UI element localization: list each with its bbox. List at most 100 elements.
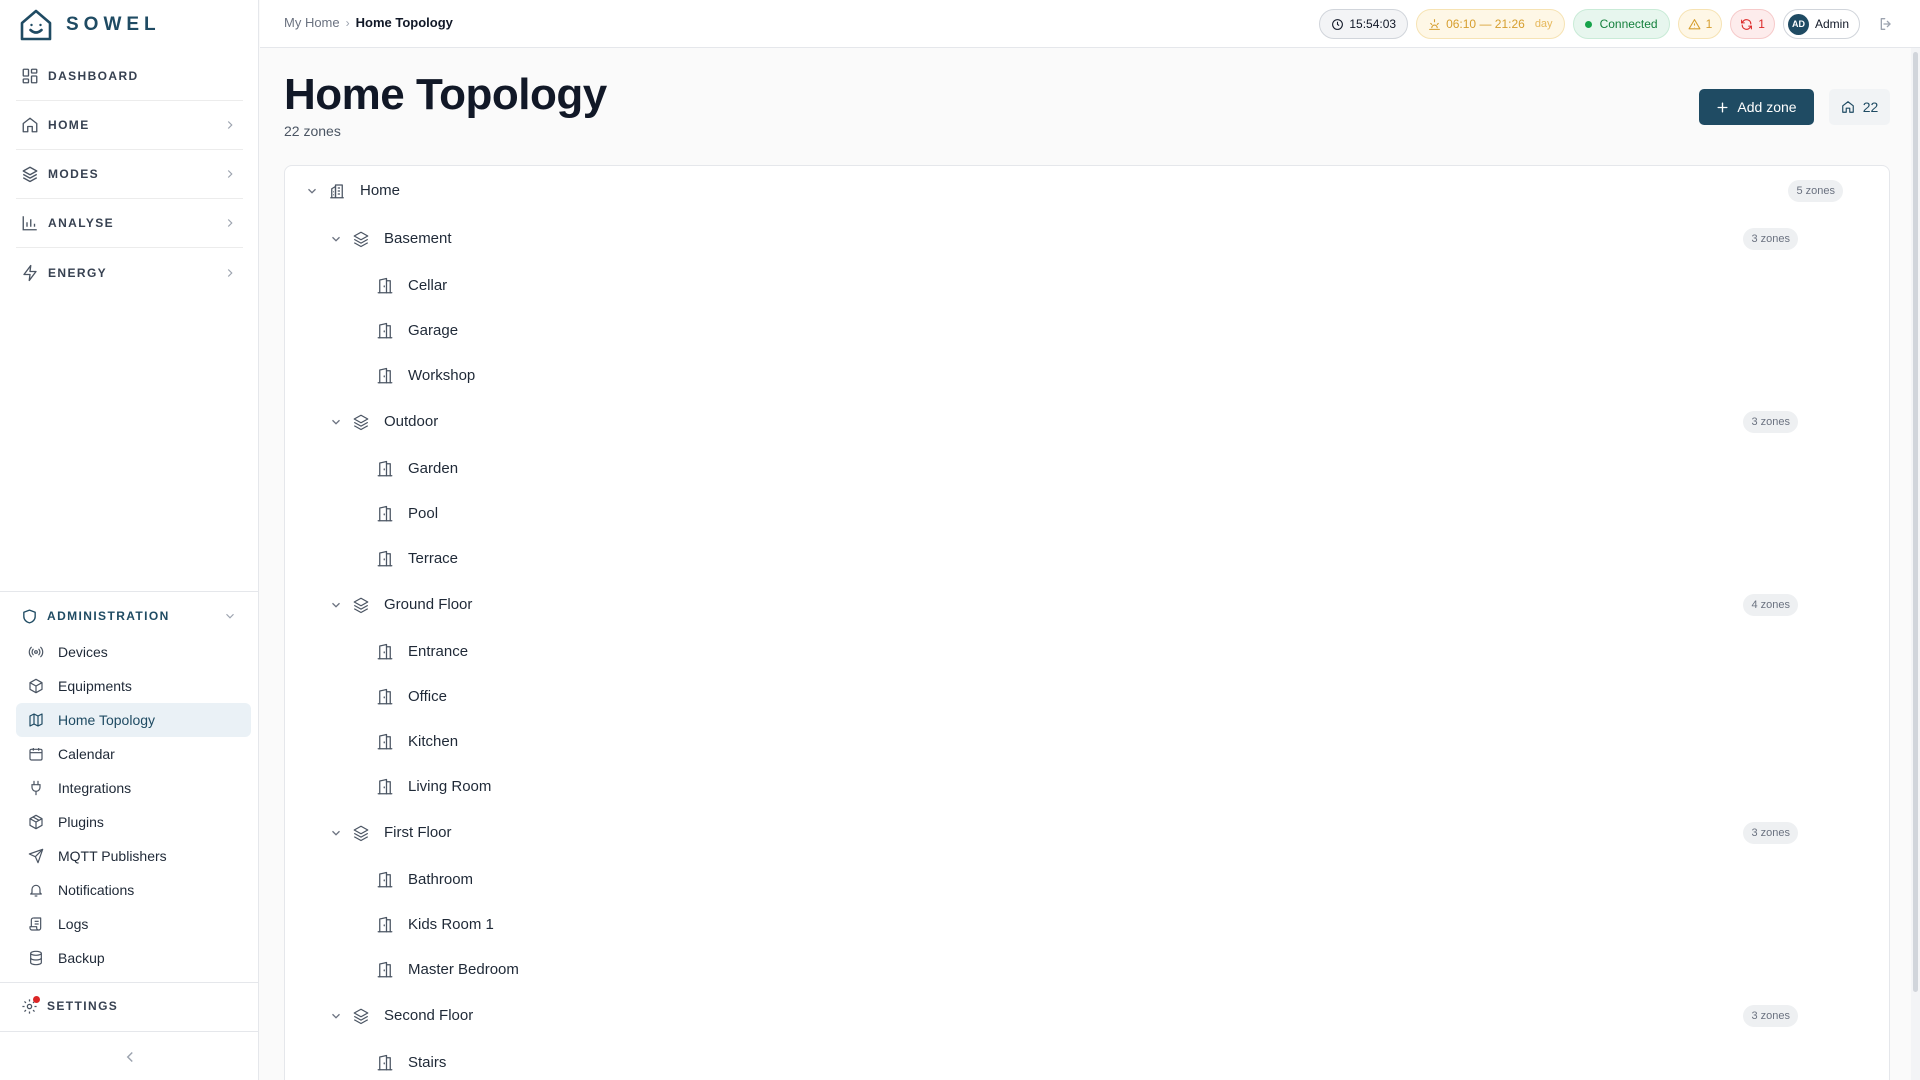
bolt-icon bbox=[23, 264, 37, 281]
nav-label: SETTINGS bbox=[47, 999, 119, 1013]
room-icon bbox=[376, 505, 394, 523]
chevron-down-icon[interactable] bbox=[329, 598, 343, 612]
tree-node-garden[interactable]: Garden bbox=[285, 451, 1889, 487]
sidebar-item-equipments[interactable]: Equipments bbox=[16, 669, 251, 703]
tree-node-home[interactable]: Home 5 zones bbox=[285, 173, 1889, 209]
home-icon bbox=[1841, 101, 1854, 113]
sidebar-item-notifications[interactable]: Notifications bbox=[16, 873, 251, 907]
page-scrollbar[interactable] bbox=[1911, 48, 1920, 1080]
package-icon bbox=[29, 814, 43, 830]
tree-node-label: Living Room bbox=[408, 778, 492, 795]
tree-node-label: Garden bbox=[408, 460, 459, 477]
sidebar-item-label: Home Topology bbox=[58, 712, 156, 728]
nav-item-dashboard[interactable]: DASHBOARD bbox=[16, 52, 243, 101]
sidebar-item-mqtt-publishers[interactable]: MQTT Publishers bbox=[16, 839, 251, 873]
chart-icon bbox=[22, 216, 37, 231]
nav-section-administration[interactable]: ADMINISTRATION bbox=[16, 600, 243, 632]
sidebar-item-label: Calendar bbox=[58, 746, 115, 762]
chevron-down-icon[interactable] bbox=[329, 826, 343, 840]
sidebar-item-label: Plugins bbox=[58, 814, 104, 830]
sidebar-item-backup[interactable]: Backup bbox=[16, 941, 251, 975]
tree-node-pool[interactable]: Pool bbox=[285, 496, 1889, 532]
plus-icon bbox=[1717, 101, 1728, 113]
sidebar-item-devices[interactable]: Devices bbox=[16, 635, 251, 669]
room-icon bbox=[376, 550, 394, 568]
tree-node-terrace[interactable]: Terrace bbox=[285, 541, 1889, 577]
tree-node-label: Pool bbox=[408, 505, 439, 522]
breadcrumb-parent[interactable]: My Home bbox=[284, 15, 340, 30]
calendar-icon bbox=[29, 748, 43, 761]
logout-icon[interactable] bbox=[1878, 16, 1894, 32]
tree-node-kids-room-1[interactable]: Kids Room 1 bbox=[285, 907, 1889, 943]
collapse-sidebar-icon[interactable] bbox=[121, 1048, 139, 1066]
tree-node-label: Kids Room 1 bbox=[408, 916, 494, 933]
tree-node-entrance[interactable]: Entrance bbox=[285, 634, 1889, 670]
nav-item-energy[interactable]: ENERGY bbox=[16, 248, 243, 297]
tree-node-first-floor[interactable]: First Floor 3 zones bbox=[285, 815, 1889, 851]
tree-node-cellar[interactable]: Cellar bbox=[285, 268, 1889, 304]
tree-node-kitchen[interactable]: Kitchen bbox=[285, 724, 1889, 760]
warnings-badge[interactable]: 1 bbox=[1677, 9, 1723, 39]
tree-node-bathroom[interactable]: Bathroom bbox=[285, 862, 1889, 898]
tree-node-master-bedroom[interactable]: Master Bedroom bbox=[285, 952, 1889, 988]
house-smile-icon bbox=[20, 9, 52, 41]
tree-node-living-room[interactable]: Living Room bbox=[285, 769, 1889, 805]
refresh-icon bbox=[1741, 18, 1753, 30]
sidebar-item-label: Backup bbox=[58, 950, 105, 966]
scrollbar-thumb[interactable] bbox=[1913, 52, 1918, 992]
sidebar-item-home-topology[interactable]: Home Topology bbox=[16, 703, 251, 737]
nav-label: DASHBOARD bbox=[48, 69, 139, 83]
sidebar-item-calendar[interactable]: Calendar bbox=[16, 737, 251, 771]
tree-node-stairs[interactable]: Stairs bbox=[285, 1045, 1889, 1080]
room-icon bbox=[376, 916, 394, 934]
zone-count-badge: 3 zones bbox=[1743, 1005, 1798, 1027]
zone-count: 22 bbox=[1862, 99, 1879, 115]
sidebar-item-logs[interactable]: Logs bbox=[16, 907, 251, 941]
brand-name: SOWEL bbox=[66, 14, 161, 35]
chevron-down-icon[interactable] bbox=[329, 415, 343, 429]
errors-count: 1 bbox=[1758, 17, 1765, 31]
admin-nav: Devices Equipments Home Topology Calenda… bbox=[16, 635, 251, 975]
tree-node-basement[interactable]: Basement 3 zones bbox=[285, 221, 1889, 257]
clock-time: 15:54:03 bbox=[1349, 17, 1397, 31]
breadcrumb-current: Home Topology bbox=[355, 15, 453, 30]
nav-item-settings[interactable]: SETTINGS bbox=[16, 990, 243, 1022]
tree-node-second-floor[interactable]: Second Floor 3 zones bbox=[285, 998, 1889, 1034]
floor-icon bbox=[352, 1007, 370, 1025]
avatar: AD bbox=[1787, 13, 1809, 35]
sidebar-item-label: Integrations bbox=[58, 780, 132, 796]
tree-node-workshop[interactable]: Workshop bbox=[285, 358, 1889, 394]
tree-node-outdoor[interactable]: Outdoor 3 zones bbox=[285, 404, 1889, 440]
zone-count-badge: 3 zones bbox=[1743, 822, 1798, 844]
zone-count-badge: 5 zones bbox=[1788, 180, 1843, 202]
chevron-down-icon[interactable] bbox=[329, 1009, 343, 1023]
nav-item-modes[interactable]: MODES bbox=[16, 150, 243, 199]
zone-count-button[interactable]: 22 bbox=[1829, 89, 1890, 125]
building-icon bbox=[328, 182, 346, 200]
brand-logo[interactable]: SOWEL bbox=[18, 6, 161, 44]
nav-item-analyse[interactable]: ANALYSE bbox=[16, 199, 243, 248]
nav-item-home[interactable]: HOME bbox=[16, 101, 243, 150]
sidebar-item-integrations[interactable]: Integrations bbox=[16, 771, 251, 805]
user-menu[interactable]: AD Admin bbox=[1782, 9, 1860, 39]
nav-label: ENERGY bbox=[48, 265, 108, 280]
chevron-right-icon bbox=[227, 121, 233, 129]
tree-node-label: Garage bbox=[408, 322, 459, 339]
nav-label: ANALYSE bbox=[48, 216, 115, 230]
tree-node-ground-floor[interactable]: Ground Floor 4 zones bbox=[285, 587, 1889, 623]
sidebar-item-plugins[interactable]: Plugins bbox=[16, 805, 251, 839]
chevron-down-icon[interactable] bbox=[305, 184, 319, 198]
tree-node-garage[interactable]: Garage bbox=[285, 313, 1889, 349]
room-icon bbox=[376, 871, 394, 889]
topology-tree: Home 5 zones Basement 3 zones Cellar Garag… bbox=[284, 165, 1890, 1080]
chevron-down-icon[interactable] bbox=[329, 232, 343, 246]
add-zone-button[interactable]: Add zone bbox=[1699, 89, 1814, 125]
database-icon bbox=[30, 950, 42, 966]
zone-count-subtitle: 22 zones bbox=[284, 123, 341, 139]
dashboard-icon bbox=[22, 68, 38, 84]
tree-node-label: Outdoor bbox=[384, 413, 439, 430]
errors-badge[interactable]: 1 bbox=[1730, 9, 1775, 39]
tree-node-office[interactable]: Office bbox=[285, 679, 1889, 715]
page-title: Home Topology bbox=[284, 70, 607, 119]
tree-node-label: Second Floor bbox=[384, 1007, 474, 1024]
